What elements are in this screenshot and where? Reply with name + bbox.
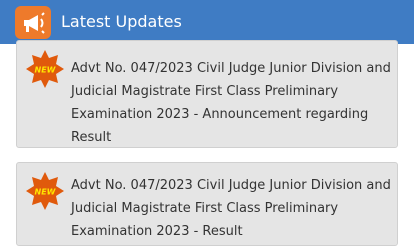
new-badge-icon: NEW bbox=[25, 49, 65, 89]
badge-label: NEW bbox=[35, 188, 57, 197]
update-item[interactable]: NEW Advt No. 047/2023 Civil Judge Junior… bbox=[16, 162, 398, 246]
badge-label: NEW bbox=[35, 66, 57, 75]
update-item[interactable]: NEW Advt No. 047/2023 Civil Judge Junior… bbox=[16, 40, 398, 148]
megaphone-icon bbox=[15, 6, 51, 39]
update-link[interactable]: Advt No. 047/2023 Civil Judge Junior Div… bbox=[71, 57, 393, 149]
update-link[interactable]: Advt No. 047/2023 Civil Judge Junior Div… bbox=[71, 174, 393, 243]
new-badge-icon: NEW bbox=[25, 171, 65, 211]
header-title: Latest Updates bbox=[61, 12, 182, 31]
latest-updates-header: Latest Updates bbox=[0, 0, 414, 44]
